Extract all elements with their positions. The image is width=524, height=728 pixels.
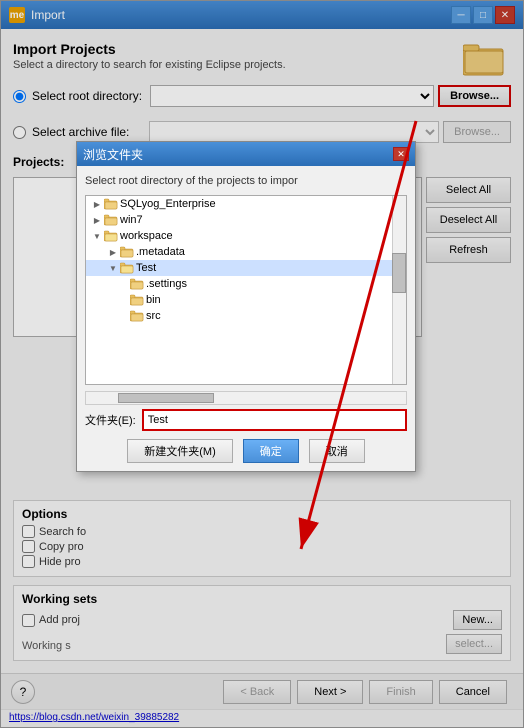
- tree-view[interactable]: ▶ SQLyog_Enterprise ▶: [85, 195, 407, 385]
- new-folder-button[interactable]: 新建文件夹(M): [127, 439, 233, 463]
- ok-button[interactable]: 确定: [243, 439, 299, 463]
- dialog-title: 浏览文件夹: [83, 146, 393, 163]
- dialog-title-bar: 浏览文件夹 ✕: [77, 142, 415, 166]
- dialog-cancel-button[interactable]: 取消: [309, 439, 365, 463]
- tree-item-win7-label: win7: [120, 214, 143, 226]
- arrow-icon: ▶: [90, 213, 104, 227]
- tree-item-bin[interactable]: bin: [86, 292, 406, 308]
- arrow-icon: ▶: [106, 245, 120, 259]
- file-browser-dialog: 浏览文件夹 ✕ Select root directory of the pro…: [76, 141, 416, 472]
- tree-item-src-label: src: [146, 310, 161, 322]
- tree-item-metadata-label: .metadata: [136, 246, 185, 258]
- filename-row: 文件夹(E):: [85, 409, 407, 431]
- folder-open-icon: [120, 262, 134, 274]
- folder-icon: [104, 198, 118, 210]
- tree-item-workspace-label: workspace: [120, 230, 173, 242]
- horizontal-scrollbar[interactable]: [85, 391, 407, 405]
- arrow-icon: ▼: [106, 261, 120, 275]
- tree-item-sqlyog-label: SQLyog_Enterprise: [120, 198, 216, 210]
- tree-scrollbar-thumb[interactable]: [392, 253, 406, 293]
- h-scrollbar-thumb[interactable]: [118, 393, 214, 403]
- dialog-close-button[interactable]: ✕: [393, 147, 409, 161]
- dialog-description: Select root directory of the projects to…: [85, 174, 407, 189]
- tree-item-bin-label: bin: [146, 294, 161, 306]
- dialog-content: Select root directory of the projects to…: [77, 166, 415, 471]
- tree-item-test[interactable]: ▼ Test: [86, 260, 406, 276]
- folder-icon: [104, 214, 118, 226]
- folder-open-icon: [104, 230, 118, 242]
- tree-item-settings[interactable]: .settings: [86, 276, 406, 292]
- tree-item-src[interactable]: src: [86, 308, 406, 324]
- folder-icon: [130, 294, 144, 306]
- tree-item-workspace[interactable]: ▼ workspace: [86, 228, 406, 244]
- filename-input[interactable]: [142, 409, 407, 431]
- tree-item-test-label: Test: [136, 262, 156, 274]
- folder-icon: [130, 310, 144, 322]
- tree-item-win7[interactable]: ▶ win7: [86, 212, 406, 228]
- tree-item-sqlyog[interactable]: ▶ SQLyog_Enterprise: [86, 196, 406, 212]
- filename-label: 文件夹(E):: [85, 412, 136, 428]
- tree-scrollbar[interactable]: [392, 196, 406, 384]
- arrow-icon: ▶: [90, 197, 104, 211]
- folder-icon: [130, 278, 144, 290]
- folder-icon: [120, 246, 134, 258]
- tree-item-settings-label: .settings: [146, 278, 187, 290]
- dialog-action-buttons: 新建文件夹(M) 确定 取消: [85, 439, 407, 463]
- tree-item-metadata[interactable]: ▶ .metadata: [86, 244, 406, 260]
- arrow-icon: ▼: [90, 229, 104, 243]
